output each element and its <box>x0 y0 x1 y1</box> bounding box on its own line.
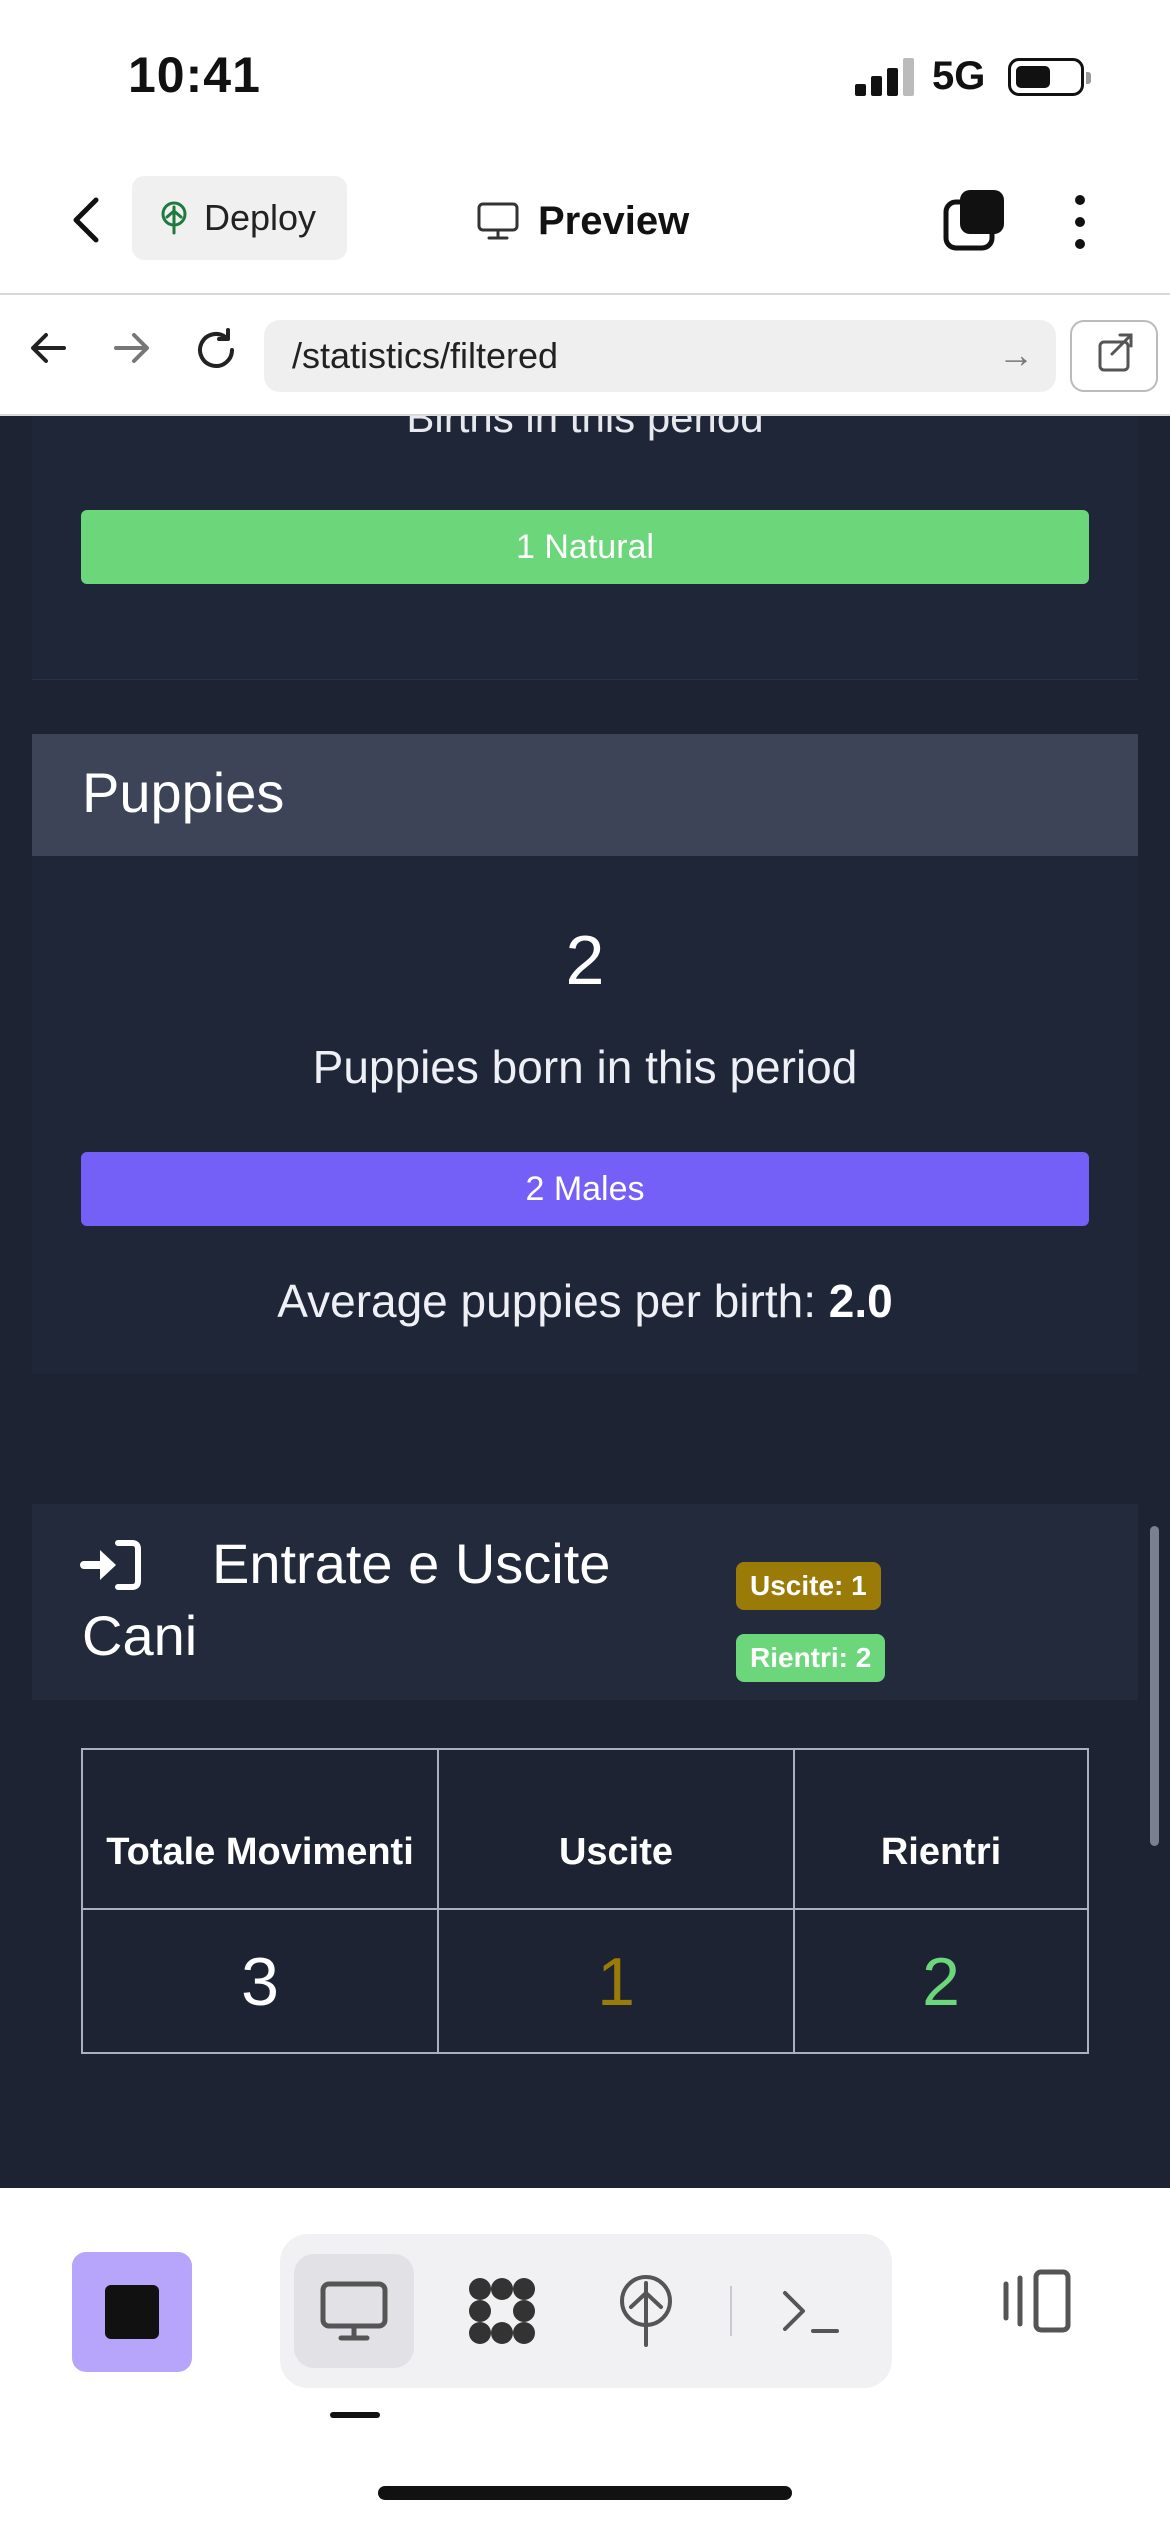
males-bar: 2 Males <box>81 1152 1089 1226</box>
arrow-right-icon <box>114 333 149 363</box>
puppies-header: Puppies <box>32 734 1138 856</box>
average-label: Average puppies per birth: <box>277 1275 816 1327</box>
movements-table: Totale Movimenti Uscite Rientri 3 1 2 <box>81 1748 1089 2054</box>
open-external-button[interactable] <box>1070 320 1158 392</box>
home-indicator[interactable] <box>378 2486 792 2500</box>
nav-back-button[interactable] <box>18 326 78 386</box>
tabs-icon <box>943 190 1004 251</box>
back-button[interactable] <box>62 190 112 250</box>
stop-button[interactable] <box>72 2252 192 2372</box>
table-header-uscite: Uscite <box>439 1750 795 1910</box>
active-tab-indicator <box>330 2412 380 2418</box>
births-label: Births in this period <box>406 416 764 441</box>
url-text: /statistics/filtered <box>292 335 559 376</box>
deploy-button[interactable]: Deploy <box>132 176 347 260</box>
table-value-total: 3 <box>83 1910 439 2054</box>
table-header-total: Totale Movimenti <box>83 1750 439 1910</box>
app-header: Deploy Preview <box>0 150 1170 295</box>
chevron-left-icon <box>73 197 99 243</box>
network-label: 5G <box>932 54 986 98</box>
nav-forward-button[interactable] <box>102 326 162 386</box>
arrow-left-icon <box>31 333 66 363</box>
average-value: 2.0 <box>828 1275 893 1327</box>
average-puppies: Average puppies per birth: 2.0 <box>32 1274 1138 1328</box>
panels-icon <box>1003 2269 1071 2333</box>
view-switcher <box>280 2234 892 2388</box>
puppies-count: 2 <box>565 921 605 999</box>
preview-view-button[interactable] <box>294 2254 414 2368</box>
puppies-count-label: Puppies born in this period <box>312 1041 858 1093</box>
url-input[interactable]: /statistics/filtered → <box>264 320 1056 392</box>
table-value-rientri: 2 <box>922 1944 960 2020</box>
preview-label: Preview <box>538 198 690 243</box>
status-bar: 10:41 5G <box>0 0 1170 150</box>
signal-icon <box>855 58 915 96</box>
status-time: 10:41 <box>128 47 261 103</box>
shell-view-button[interactable] <box>752 2254 872 2368</box>
workflow-view-button[interactable] <box>442 2254 562 2368</box>
deploy-icon <box>620 2275 672 2347</box>
workflow-icon <box>469 2278 535 2344</box>
terminal-icon <box>783 2291 839 2333</box>
table-header-rientri: Rientri <box>795 1750 1087 1910</box>
movements-title: Entrate e Uscite Cani <box>82 1532 611 1667</box>
natural-births-bar: 1 Natural <box>81 510 1089 584</box>
deploy-view-button[interactable] <box>586 2254 706 2368</box>
panel-toggle-button[interactable] <box>1000 2266 1074 2336</box>
toolbar-divider <box>730 2286 732 2336</box>
monitor-icon <box>477 202 519 240</box>
reload-icon <box>198 328 234 368</box>
puppies-title: Puppies <box>82 761 285 824</box>
table-value-uscite: 1 <box>439 1910 795 2054</box>
stop-icon <box>105 2285 159 2339</box>
movements-header: Entrate e Uscite Cani Uscite: 1 Rientri:… <box>32 1504 1138 1700</box>
more-options-button[interactable] <box>1062 190 1098 252</box>
monitor-icon <box>320 2281 388 2341</box>
reload-button[interactable] <box>186 326 246 386</box>
url-bar: /statistics/filtered → <box>0 296 1170 416</box>
tabs-button[interactable] <box>942 188 1006 252</box>
puppies-card: Puppies 2 Puppies born in this period 2 … <box>32 734 1138 1374</box>
battery-icon <box>1008 58 1091 96</box>
deploy-icon <box>161 201 187 235</box>
bottom-toolbar <box>0 2188 1170 2532</box>
rientri-badge: Rientri: 2 <box>736 1634 886 1682</box>
deploy-label: Deploy <box>204 197 317 238</box>
url-go-icon[interactable]: → <box>998 334 1034 376</box>
preview-toggle[interactable]: Preview <box>476 186 689 256</box>
uscite-badge: Uscite: 1 <box>736 1562 881 1610</box>
scrollbar[interactable] <box>1150 1526 1159 1846</box>
page-content: Births in this period 1 Natural Puppies … <box>0 416 1170 2188</box>
external-link-icon <box>1098 333 1133 372</box>
